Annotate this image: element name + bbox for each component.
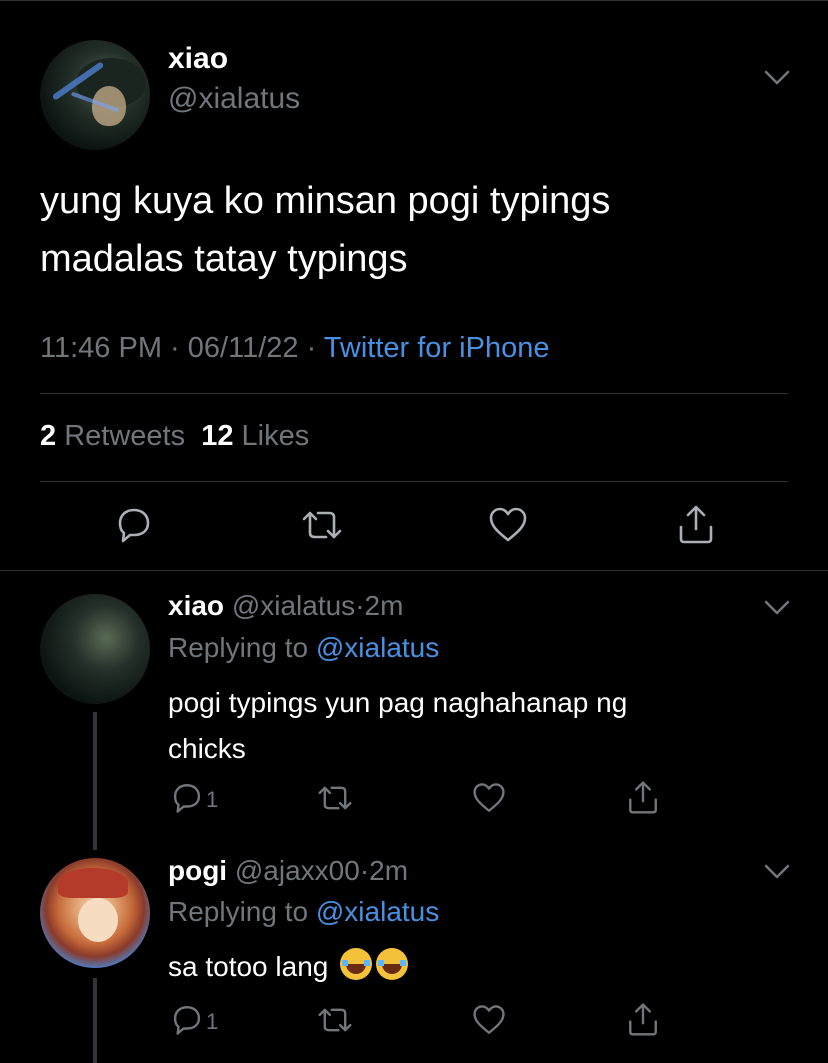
reply-age: 2m bbox=[364, 590, 404, 621]
author-handle[interactable]: @ajaxx00 bbox=[235, 855, 360, 886]
thread-line bbox=[93, 978, 97, 1063]
tweet-date: 06/11/22 bbox=[187, 332, 299, 364]
like-icon[interactable] bbox=[488, 505, 528, 545]
tears-of-joy-emoji-icon bbox=[340, 948, 373, 980]
tweet-meta: 11:46 PM · 06/11/22 · Twitter for iPhone bbox=[40, 332, 549, 365]
author-name[interactable]: pogi bbox=[168, 855, 227, 886]
share-icon[interactable] bbox=[626, 1001, 660, 1037]
like-icon[interactable] bbox=[472, 1003, 506, 1037]
reply-icon[interactable] bbox=[170, 1003, 204, 1037]
reply-age: 2m bbox=[369, 855, 409, 886]
author-name[interactable]: xiao bbox=[168, 590, 224, 621]
top-divider bbox=[0, 0, 828, 1]
mention-link[interactable]: @xialatus bbox=[316, 632, 439, 663]
tweet-text: yung kuya ko minsan pogi typings madalas… bbox=[40, 172, 800, 288]
retweet-icon[interactable] bbox=[300, 505, 344, 545]
replying-to: Replying to @xialatus bbox=[168, 896, 439, 928]
reply-count: 1 bbox=[206, 1009, 219, 1034]
avatar[interactable] bbox=[40, 858, 150, 968]
divider bbox=[40, 393, 788, 394]
replying-to: Replying to @xialatus bbox=[168, 632, 439, 664]
retweet-icon[interactable] bbox=[316, 1003, 354, 1037]
retweet-icon[interactable] bbox=[316, 781, 354, 815]
divider bbox=[40, 481, 788, 482]
author-name[interactable]: xiao bbox=[168, 42, 228, 76]
tweet-text-line: yung kuya ko minsan pogi typings bbox=[40, 180, 611, 222]
retweets-count: 2 bbox=[40, 420, 57, 452]
like-icon[interactable] bbox=[472, 781, 506, 815]
likes-count: 12 bbox=[201, 420, 234, 452]
share-icon[interactable] bbox=[626, 779, 660, 815]
tweet-time: 11:46 PM bbox=[40, 332, 162, 364]
divider bbox=[0, 570, 828, 571]
chevron-down-icon[interactable] bbox=[764, 70, 790, 86]
retweets-label: Retweets bbox=[64, 420, 186, 452]
retweets-stat[interactable]: 2 Retweets bbox=[40, 420, 185, 452]
reply-header: xiao @xialatus·2m bbox=[168, 590, 403, 622]
meta-separator: · bbox=[359, 855, 370, 886]
tweet-source-link[interactable]: Twitter for iPhone bbox=[324, 332, 550, 364]
meta-separator: · bbox=[170, 332, 180, 364]
tweet-stats: 2 Retweets 12 Likes bbox=[40, 420, 309, 453]
replying-label: Replying to bbox=[168, 632, 309, 663]
reply-text: sa totoo lang bbox=[168, 944, 768, 990]
author-handle[interactable]: @xialatus bbox=[232, 590, 355, 621]
likes-stat[interactable]: 12 Likes bbox=[201, 420, 309, 452]
reply-text-line: pogi typings yun pag naghahanap ng bbox=[168, 687, 628, 718]
reply-text-line: sa totoo lang bbox=[168, 951, 329, 982]
share-icon[interactable] bbox=[676, 503, 716, 545]
reply-header: pogi @ajaxx00·2m bbox=[168, 855, 408, 887]
replying-label: Replying to bbox=[168, 896, 309, 927]
reply-count: 1 bbox=[206, 787, 219, 812]
reply-icon[interactable] bbox=[170, 781, 204, 815]
reply-icon[interactable] bbox=[114, 505, 154, 545]
chevron-down-icon[interactable] bbox=[764, 600, 790, 616]
thread-line bbox=[93, 712, 97, 850]
tears-of-joy-emoji-icon bbox=[376, 948, 409, 980]
meta-separator: · bbox=[355, 590, 365, 621]
meta-separator: · bbox=[306, 332, 317, 364]
reply-text: pogi typings yun pag naghahanap ng chick… bbox=[168, 680, 768, 772]
avatar[interactable] bbox=[40, 40, 150, 150]
likes-label: Likes bbox=[241, 420, 310, 452]
tweet-text-line: madalas tatay typings bbox=[40, 238, 408, 280]
chevron-down-icon[interactable] bbox=[764, 864, 790, 880]
avatar[interactable] bbox=[40, 594, 150, 704]
author-handle[interactable]: @xialatus bbox=[168, 82, 300, 116]
mention-link[interactable]: @xialatus bbox=[316, 896, 439, 927]
reply-text-line: chicks bbox=[168, 733, 246, 764]
